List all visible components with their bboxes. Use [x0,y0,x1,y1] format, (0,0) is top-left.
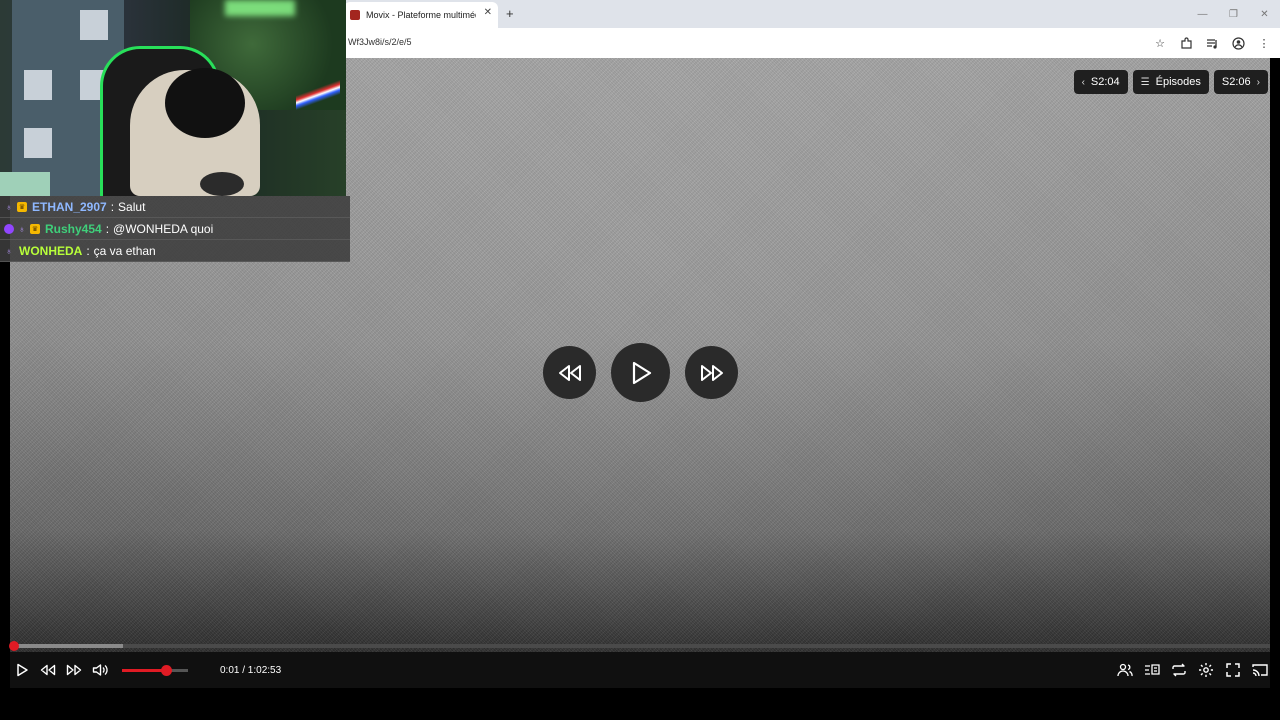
profile-icon[interactable] [1230,34,1246,52]
right-letterbox [1270,58,1280,688]
volume-slider[interactable] [122,664,188,676]
close-window-button[interactable]: ✕ [1249,0,1280,28]
volume-fill [122,668,166,672]
player-controls-bar: 0:01 / 1:02:53 [10,652,1270,688]
chat-text: Salut [118,199,146,214]
webcam-microphone [200,172,244,196]
progress-bar[interactable] [9,641,1270,651]
chat-overlay: ♁ ♛ ETHAN_2907 : Salut ♁ ♛ Rushy454 : @W… [0,196,350,262]
webcam-neon-sign [225,0,295,16]
chat-separator: : [86,243,90,258]
episodes-label: Épisodes [1155,76,1201,88]
browser-tab[interactable]: Movix - Plateforme multimédia ✕ [344,2,498,28]
close-tab-icon[interactable]: ✕ [484,7,492,18]
volume-knob[interactable] [160,664,172,676]
list-icon: ☰ [1140,76,1150,88]
episode-navigation: ‹ S2:04 ☰ Épisodes S2:06 › [1073,70,1268,94]
new-tab-button[interactable]: + [506,6,514,21]
favicon-icon [350,10,360,20]
drop-badge-icon: ♁ [5,245,13,256]
play-button[interactable] [611,343,670,402]
chat-username: ETHAN_2907 [32,199,107,214]
chat-username: WONHEDA [19,243,83,258]
forward-icon[interactable] [64,660,84,680]
crown-badge-icon: ♛ [30,223,40,234]
menu-icon[interactable]: ⋮ [1256,34,1272,52]
chat-separator: : [105,221,110,236]
minimize-button[interactable]: — [1187,0,1218,28]
url-field[interactable]: Wf3Jw8i/s/2/e/5 [348,37,412,47]
watch-party-icon[interactable] [1115,660,1135,680]
window-controls: — ❐ ✕ [1187,0,1280,28]
fullscreen-icon[interactable] [1223,660,1243,680]
tab-title: Movix - Plateforme multimédia [366,10,476,20]
episodes-button[interactable]: ☰ Épisodes [1132,70,1209,94]
forward-button[interactable] [685,346,738,399]
browser-toolbar-icons: ☆ ⋮ [1152,34,1272,52]
loop-icon[interactable] [1169,660,1189,680]
progress-buffered [10,644,124,648]
chat-separator: : [110,199,115,214]
forward-icon [700,364,723,381]
gem-badge-icon [4,223,14,234]
chat-username: Rushy454 [45,221,102,236]
chat-message: ♁ ♛ ETHAN_2907 : Salut [0,196,350,218]
center-controls [543,343,738,402]
next-episode-label: S2:06 [1221,76,1251,88]
rewind-button[interactable] [543,346,596,399]
settings-icon[interactable] [1196,660,1216,680]
time-display: 0:01 / 1:02:53 [220,664,282,676]
cast-icon[interactable] [1250,660,1270,680]
drop-badge-icon: ♁ [5,201,13,212]
webcam-desk [0,172,50,196]
webcam-streamer-head [165,68,245,138]
webcam-overlay [0,0,346,196]
volume-icon[interactable] [90,660,110,680]
chat-message: ♁ ♛ Rushy454 : @WONHEDA quoi [0,218,350,240]
extensions-icon[interactable] [1178,34,1194,52]
restore-button[interactable]: ❐ [1218,0,1249,28]
chat-text: ça va ethan [93,243,156,258]
chat-text: @WONHEDA quoi [113,221,214,236]
crown-badge-icon: ♛ [17,201,27,212]
previous-episode-label: S2:04 [1090,76,1120,88]
drop-badge-icon: ♁ [18,223,26,234]
rewind-icon [558,364,581,381]
chevron-left-icon: ‹ [1081,76,1085,88]
webcam-led-strip [296,30,340,160]
screen: Movix - Plateforme multimédia ✕ + — ❐ ✕ … [0,0,1280,720]
subtitles-icon[interactable] [1142,660,1162,680]
media-control-icon[interactable] [1204,34,1220,52]
play-icon [632,361,651,384]
play-icon[interactable] [12,660,32,680]
previous-episode-button[interactable]: ‹ S2:04 [1073,70,1128,94]
next-episode-button[interactable]: S2:06 › [1213,70,1268,94]
chevron-right-icon: › [1256,76,1260,88]
star-icon[interactable]: ☆ [1152,34,1168,52]
rewind-icon[interactable] [38,660,58,680]
chat-message: ♁ WONHEDA : ça va ethan [0,240,350,262]
